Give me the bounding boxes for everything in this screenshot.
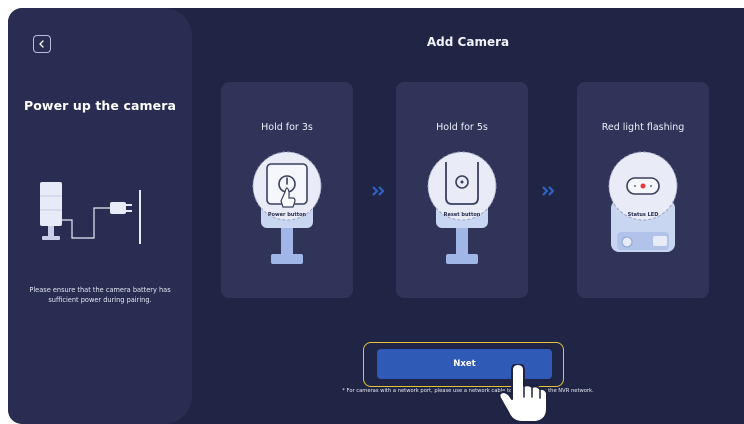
- sidebar: Power up the camera Please ensure that t…: [8, 8, 192, 424]
- sidebar-title: Power up the camera: [23, 98, 177, 113]
- step-card-power: Hold for 3s Power button: [221, 82, 353, 298]
- camera-power-button-illustration: [252, 151, 322, 264]
- camera-reset-button-illustration: [427, 151, 497, 264]
- chevron-right-icon: [372, 186, 385, 196]
- network-footnote: * For cameras with a network port, pleas…: [342, 388, 594, 394]
- step-callout: Status LED: [627, 212, 659, 218]
- step-card-reset: Hold for 5s Reset button: [396, 82, 528, 298]
- step-card-status-led: Red light flashing Status LED: [577, 82, 709, 298]
- step-label: Hold for 5s: [436, 122, 488, 133]
- chevron-right-icon: [542, 186, 555, 196]
- back-button[interactable]: [33, 35, 51, 53]
- step-callout: Power button: [267, 212, 307, 218]
- pointing-hand-icon: [498, 364, 548, 423]
- camera-status-led-illustration: [608, 151, 678, 252]
- step-label: Hold for 3s: [261, 122, 313, 133]
- step-label: Red light flashing: [601, 122, 685, 133]
- camera-charging-illustration: [40, 182, 141, 244]
- sidebar-note: Please ensure that the camera battery ha…: [29, 286, 171, 304]
- step-callout: Reset button: [443, 212, 481, 218]
- app-window: Power up the camera Please ensure that t…: [8, 8, 744, 424]
- chevron-left-icon: [39, 40, 44, 48]
- page-title: Add Camera: [426, 35, 510, 49]
